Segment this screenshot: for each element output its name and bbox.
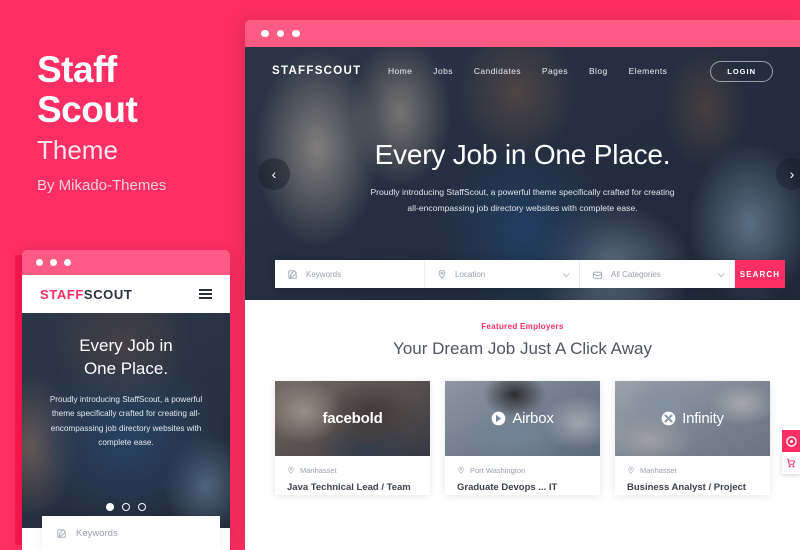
map-pin-icon bbox=[437, 268, 447, 280]
nav-item-home[interactable]: Home bbox=[388, 66, 412, 76]
edit-pencil-icon bbox=[56, 528, 67, 539]
keywords-placeholder: Keywords bbox=[306, 269, 342, 279]
promo-title-line1: Staff bbox=[37, 49, 117, 90]
window-dot-close[interactable] bbox=[36, 259, 43, 266]
browser-window: STAFFSCOUT Home Jobs Candidates Pages Bl… bbox=[245, 20, 800, 550]
mobile-frame: STAFFSCOUT Every Job in One Place. Proud… bbox=[22, 250, 230, 550]
employer-location-row: Manhasset bbox=[287, 465, 418, 475]
category-placeholder: All Categories bbox=[611, 269, 661, 279]
search-category-select[interactable]: All Categories bbox=[580, 260, 735, 288]
employer-card-body: Manhasset Business Analyst / Project bbox=[615, 456, 770, 495]
hero-paragraph: Proudly introducing StaffScout, a powerf… bbox=[370, 186, 675, 213]
employer-brand-infinity: Infinity bbox=[661, 410, 724, 427]
infinity-mark-icon bbox=[661, 411, 676, 426]
employer-location: Manhasset bbox=[640, 465, 677, 475]
employer-location: Manhasset bbox=[300, 465, 337, 475]
hamburger-icon[interactable] bbox=[199, 288, 212, 300]
nav-item-blog[interactable]: Blog bbox=[589, 66, 608, 76]
window-dot-close[interactable] bbox=[261, 29, 269, 38]
employer-job-title[interactable]: Business Analyst / Project bbox=[627, 482, 758, 495]
top-navigation: STAFFSCOUT Home Jobs Candidates Pages Bl… bbox=[245, 47, 800, 95]
nav-item-elements[interactable]: Elements bbox=[629, 66, 668, 76]
featured-title: Your Dream Job Just A Click Away bbox=[393, 339, 652, 358]
chevron-left-icon[interactable]: ‹ bbox=[258, 157, 290, 190]
brand-label: Infinity bbox=[682, 410, 724, 427]
mobile-hero-headline: Every Job in One Place. bbox=[36, 335, 216, 381]
employer-card-body: Manhasset Java Technical Lead / Team bbox=[275, 456, 430, 495]
slider-dot-1[interactable] bbox=[106, 503, 114, 511]
slider-dot-2[interactable] bbox=[122, 503, 130, 511]
site-logo[interactable]: STAFFSCOUT bbox=[272, 65, 361, 77]
map-pin-icon bbox=[287, 465, 295, 475]
mobile-hero-headline-line2: One Place. bbox=[83, 358, 169, 378]
main-nav: Home Jobs Candidates Pages Blog Elements… bbox=[388, 60, 773, 82]
employer-brand-airbox: Airbox bbox=[491, 410, 554, 427]
hero-section: STAFFSCOUT Home Jobs Candidates Pages Bl… bbox=[245, 47, 800, 300]
featured-employers-section: Featured Employers Your Dream Job Just A… bbox=[245, 300, 800, 495]
location-placeholder: Location bbox=[455, 269, 486, 279]
brand-label: facebold bbox=[322, 410, 383, 427]
employer-card-image: Airbox bbox=[445, 381, 600, 456]
settings-circle-icon[interactable] bbox=[782, 430, 800, 452]
window-dot-maximize[interactable] bbox=[64, 259, 71, 266]
mobile-search-keywords-field[interactable]: Keywords bbox=[42, 516, 220, 550]
browser-window-chrome bbox=[245, 20, 800, 47]
airbox-mark-icon bbox=[491, 411, 506, 426]
nav-item-pages[interactable]: Pages bbox=[542, 66, 568, 76]
side-widget-dock bbox=[782, 430, 800, 474]
search-submit-button[interactable]: SEARCH bbox=[735, 260, 785, 288]
search-location-select[interactable]: Location bbox=[425, 260, 580, 288]
search-keywords-input[interactable]: Keywords bbox=[275, 260, 425, 288]
employer-card-list: facebold Manhasset Java Technical Lead /… bbox=[275, 381, 770, 495]
nav-item-candidates[interactable]: Candidates bbox=[474, 66, 521, 76]
edit-pencil-icon bbox=[287, 269, 298, 280]
mobile-slider-dots bbox=[22, 503, 230, 511]
employer-job-title[interactable]: Java Technical Lead / Team bbox=[287, 482, 418, 495]
mobile-preview: STAFFSCOUT Every Job in One Place. Proud… bbox=[15, 250, 230, 550]
briefcase-icon bbox=[592, 269, 603, 280]
employer-card-image: Infinity bbox=[615, 381, 770, 456]
job-search-bar: Keywords Location All Categories SEARCH bbox=[275, 260, 785, 288]
mobile-hero-content: Every Job in One Place. Proudly introduc… bbox=[22, 313, 230, 528]
promo-title: Staff Scout bbox=[37, 49, 138, 130]
chevron-down-icon bbox=[562, 270, 570, 278]
mobile-hero-paragraph: Proudly introducing StaffScout, a powerf… bbox=[49, 394, 203, 447]
employer-card-image: facebold bbox=[275, 381, 430, 456]
hero-headline: Every Job in One Place. bbox=[374, 138, 671, 170]
mobile-logo[interactable]: STAFFSCOUT bbox=[40, 287, 132, 302]
window-dot-minimize[interactable] bbox=[50, 259, 57, 266]
promo-byline: By Mikado-Themes bbox=[37, 177, 167, 194]
window-dot-minimize[interactable] bbox=[276, 29, 284, 38]
chevron-right-icon[interactable]: › bbox=[776, 157, 800, 190]
employer-card[interactable]: Infinity Manhasset Business Analyst / Pr… bbox=[615, 381, 770, 495]
promo-title-line2: Scout bbox=[37, 88, 138, 130]
mobile-window-chrome bbox=[22, 250, 230, 275]
login-button[interactable]: LOGIN bbox=[710, 60, 773, 82]
mobile-logo-second: SCOUT bbox=[83, 286, 133, 302]
window-dot-maximize[interactable] bbox=[292, 29, 300, 38]
mobile-navbar: STAFFSCOUT bbox=[22, 275, 230, 313]
slider-dot-3[interactable] bbox=[138, 503, 146, 511]
brand-label: Airbox bbox=[512, 410, 554, 427]
employer-location-row: Manhasset bbox=[627, 465, 758, 475]
employer-location-row: Port Washington bbox=[457, 465, 588, 475]
employer-job-title[interactable]: Graduate Devops ... IT bbox=[457, 482, 588, 495]
mobile-hero-headline-line1: Every Job in bbox=[79, 336, 173, 355]
featured-eyebrow: Featured Employers bbox=[481, 322, 564, 331]
mobile-logo-first: STAFF bbox=[40, 286, 84, 302]
shopping-cart-icon[interactable] bbox=[782, 452, 800, 474]
promo-subtitle: Theme bbox=[37, 135, 118, 165]
employer-card-body: Port Washington Graduate Devops ... IT bbox=[445, 456, 600, 495]
employer-brand-facebold: facebold bbox=[322, 410, 382, 427]
map-pin-icon bbox=[457, 465, 465, 475]
employer-card[interactable]: facebold Manhasset Java Technical Lead /… bbox=[275, 381, 430, 495]
mobile-keywords-placeholder: Keywords bbox=[76, 527, 118, 539]
nav-item-jobs[interactable]: Jobs bbox=[433, 66, 453, 76]
map-pin-icon bbox=[627, 465, 635, 475]
chevron-down-icon bbox=[717, 270, 725, 278]
employer-location: Port Washington bbox=[470, 465, 526, 475]
mobile-hero: Every Job in One Place. Proudly introduc… bbox=[22, 313, 230, 528]
employer-card[interactable]: Airbox Port Washington Graduate Devops .… bbox=[445, 381, 600, 495]
